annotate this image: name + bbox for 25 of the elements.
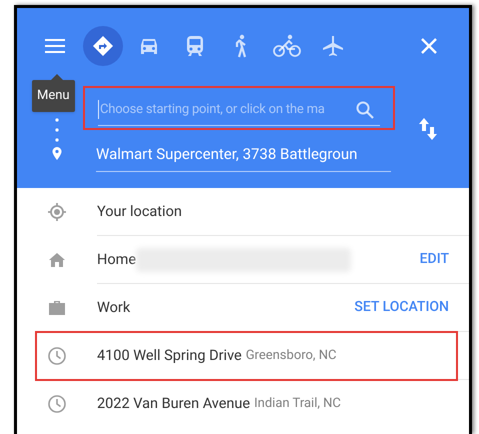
place-name[interactable]: Work xyxy=(97,296,130,318)
turn-sign-icon xyxy=(92,35,114,57)
clock-icon xyxy=(47,346,67,366)
search-icon[interactable] xyxy=(356,100,374,118)
swap-icon[interactable] xyxy=(418,118,438,140)
clock-icon xyxy=(47,394,67,414)
place-city: Indian Trail, NC xyxy=(254,395,341,414)
place-name[interactable]: 4100 Well Spring Drive xyxy=(97,344,242,366)
train-icon xyxy=(185,35,205,57)
best-mode-tab[interactable] xyxy=(83,26,123,66)
briefcase-icon xyxy=(48,300,66,316)
place-action-link[interactable]: SET LOCATION xyxy=(354,297,449,318)
place-name[interactable]: 2022 Van Buren Avenue xyxy=(97,393,250,415)
place-name[interactable]: Your location xyxy=(97,200,182,222)
menu-tooltip: Menu xyxy=(32,80,75,112)
target-icon xyxy=(47,202,67,222)
bicycle-icon xyxy=(273,34,301,58)
place-city: Greensboro, NC xyxy=(246,346,336,365)
place-name[interactable]: Home xyxy=(97,248,136,270)
home-icon xyxy=(48,252,66,268)
airplane-icon xyxy=(321,34,345,58)
close-icon[interactable] xyxy=(419,36,439,56)
destination-field[interactable]: Walmart Supercenter, 3738 Battlegroun xyxy=(96,143,358,166)
place-action-link[interactable]: EDIT xyxy=(420,249,449,270)
tooltip-pointer xyxy=(51,74,63,80)
